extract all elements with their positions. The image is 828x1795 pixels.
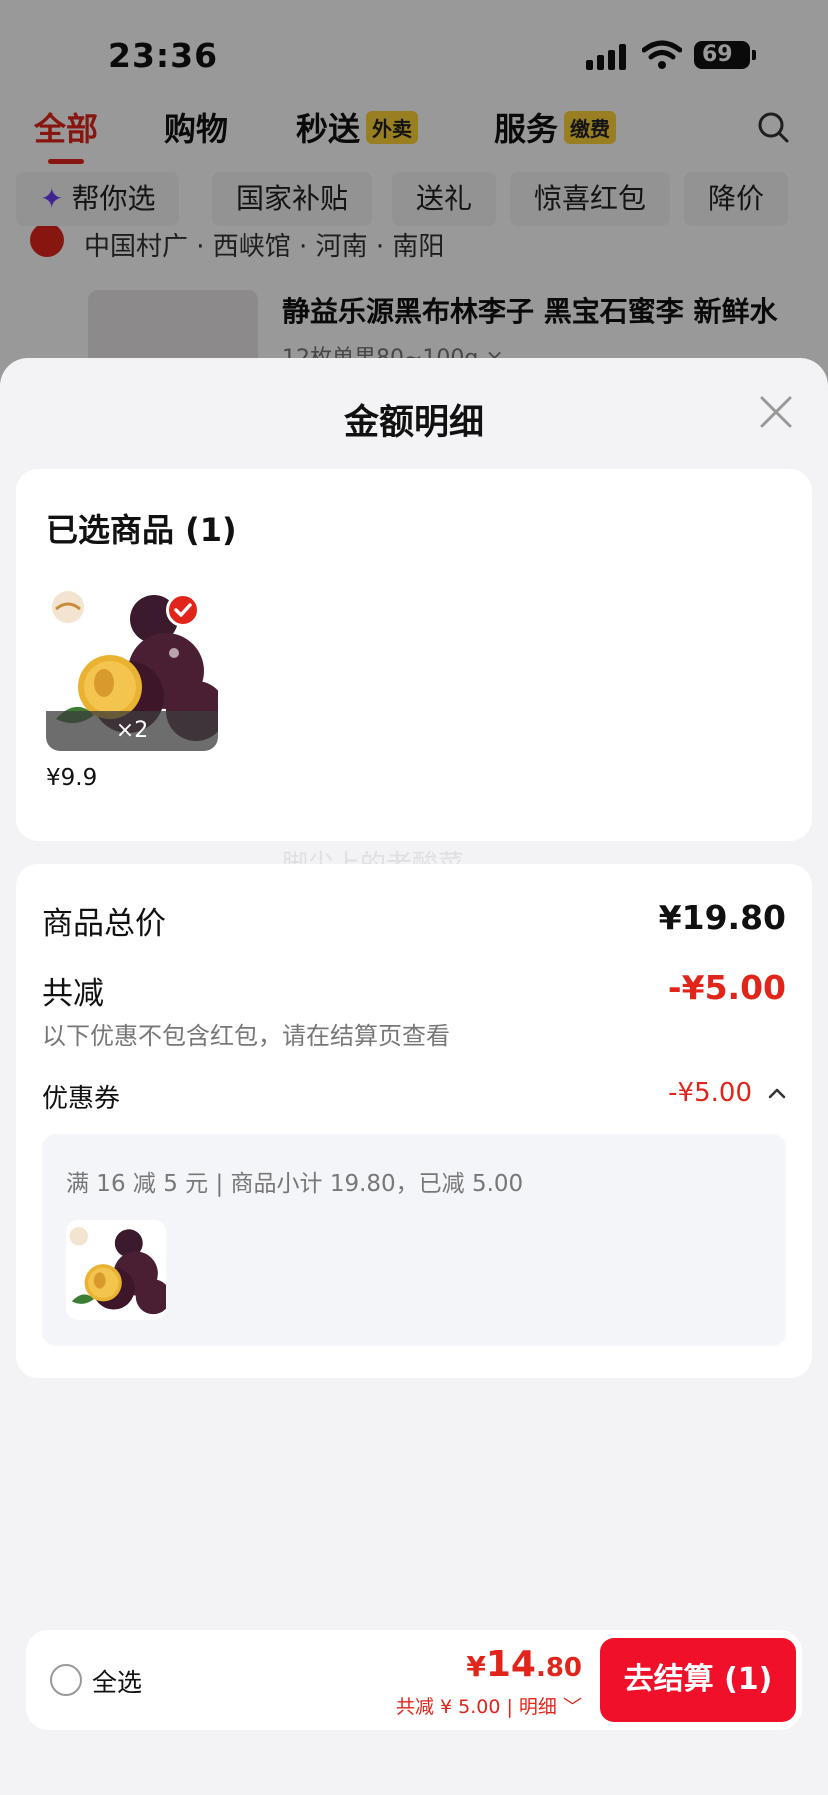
selected-items-title: 已选商品 (1) bbox=[46, 511, 237, 549]
reduction-label: 共减 bbox=[42, 976, 104, 1012]
select-all-radio[interactable] bbox=[50, 1664, 82, 1696]
amount-detail-sheet: 金额明细 已选商品 (1) ×2 ¥9.9 商品总价 ¥19.80 共减 -¥5… bbox=[0, 358, 828, 1795]
reduction-detail-text: 共减 ¥ 5.00 | 明细 bbox=[395, 1696, 557, 1718]
amount-integer: 14 bbox=[485, 1644, 536, 1685]
total-amount: ¥14.80 bbox=[466, 1644, 582, 1685]
reduction-detail-link[interactable]: 共减 ¥ 5.00 | 明细 ﹀ bbox=[396, 1692, 582, 1719]
chevron-down-icon: ﹀ bbox=[562, 1696, 582, 1718]
reduction-value: -¥5.00 bbox=[667, 968, 786, 1007]
sheet-title: 金额明细 bbox=[343, 403, 484, 443]
total-price-label: 商品总价 bbox=[42, 906, 166, 942]
discount-note: 以下优惠不包含红包，请在结算页查看 bbox=[42, 1022, 450, 1050]
selected-items-card: 已选商品 (1) ×2 ¥9.9 bbox=[16, 469, 812, 841]
coupon-detail-box: 满 16 减 5 元 | 商品小计 19.80，已减 5.00 bbox=[42, 1134, 786, 1346]
close-icon[interactable] bbox=[758, 394, 794, 430]
plum-image bbox=[66, 1220, 166, 1320]
amount-decimal: .80 bbox=[535, 1653, 582, 1683]
price-summary-card: 商品总价 ¥19.80 共减 -¥5.00 以下优惠不包含红包，请在结算页查看 … bbox=[16, 864, 812, 1378]
quantity-label: ×2 bbox=[46, 711, 218, 751]
chevron-up-icon[interactable] bbox=[768, 1084, 786, 1102]
currency-symbol: ¥ bbox=[466, 1650, 486, 1683]
selected-check-icon[interactable] bbox=[166, 593, 200, 627]
coupon-label: 优惠券 bbox=[42, 1084, 121, 1114]
checkout-button[interactable]: 去结算 (1) bbox=[600, 1638, 796, 1722]
select-all-label[interactable]: 全选 bbox=[92, 1663, 142, 1699]
coupon-product-thumbnail bbox=[66, 1220, 166, 1320]
coupon-detail-text: 满 16 减 5 元 | 商品小计 19.80，已减 5.00 bbox=[66, 1171, 524, 1197]
total-price-value: ¥19.80 bbox=[658, 898, 786, 937]
overlay-dim[interactable] bbox=[0, 0, 828, 400]
product-price: ¥9.9 bbox=[46, 765, 98, 791]
checkout-bar: 全选 ¥14.80 共减 ¥ 5.00 | 明细 ﹀ 去结算 (1) bbox=[26, 1630, 802, 1730]
